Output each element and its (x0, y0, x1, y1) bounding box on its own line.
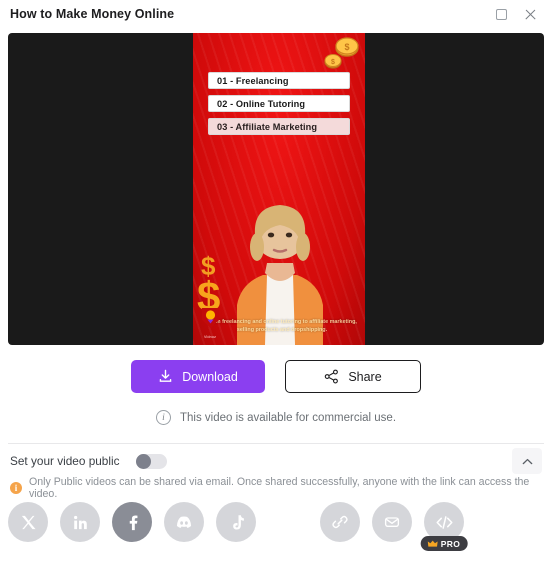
close-x-icon[interactable] (522, 6, 538, 22)
video-list: 01 - Freelancing 02 - Online Tutoring 03… (208, 72, 350, 135)
x-twitter-icon (21, 515, 36, 529)
link-icon (332, 515, 348, 529)
share-email-button[interactable] (372, 502, 412, 542)
share-nodes-icon (325, 369, 339, 384)
pro-badge: PRO (420, 536, 468, 551)
visibility-row: Set your video public (10, 448, 542, 474)
download-button[interactable]: Download (131, 360, 265, 393)
embed-code-icon (435, 515, 453, 529)
commercial-use-note: i This video is available for commercial… (0, 410, 552, 425)
share-facebook-button[interactable] (112, 502, 152, 542)
chevron-up-icon (522, 458, 532, 464)
window-controls (493, 6, 544, 22)
embed-code-button[interactable]: PRO (420, 502, 468, 551)
share-tiktok-button[interactable] (216, 502, 256, 542)
tiktok-icon (232, 514, 244, 530)
warning-info-icon: i (10, 482, 22, 494)
toggle-knob (135, 453, 151, 469)
gold-coins-graphic: $ $ (324, 37, 359, 69)
svg-text:$: $ (331, 59, 335, 66)
collapse-panel-button[interactable] (512, 448, 542, 474)
video-frame: $ $ 01 - Freelancing 02 - Online Tutorin… (193, 33, 365, 345)
public-toggle[interactable] (135, 453, 167, 469)
video-caption: From freelancing and online tutoring to … (207, 319, 357, 334)
share-button[interactable]: Share (285, 360, 421, 393)
share-linkedin-button[interactable] (60, 502, 100, 542)
list-item: 02 - Online Tutoring (208, 95, 350, 112)
social-share-group (8, 502, 256, 542)
commercial-use-text: This video is available for commercial u… (179, 411, 397, 424)
share-x-twitter-button[interactable] (8, 502, 48, 542)
download-button-label: Download (182, 369, 238, 384)
video-player[interactable]: $ $ 01 - Freelancing 02 - Online Tutorin… (8, 33, 544, 345)
list-item: 03 - Affiliate Marketing (208, 118, 350, 135)
copy-link-button[interactable] (320, 502, 360, 542)
share-button-label: Share (348, 369, 382, 384)
info-circle-icon: i (155, 410, 171, 425)
action-buttons: Download Share (0, 360, 552, 393)
crown-icon (427, 540, 438, 547)
share-discord-button[interactable] (164, 502, 204, 542)
watermark: Vidnoz (197, 307, 223, 339)
visibility-label: Set your video public (10, 454, 120, 468)
svg-text:$: $ (344, 42, 349, 52)
share-warning: i Only Public videos can be shared via e… (10, 476, 542, 500)
facebook-icon (129, 514, 137, 530)
share-targets: PRO (0, 500, 552, 564)
discord-icon (176, 516, 192, 528)
pro-badge-label: PRO (440, 538, 461, 549)
share-video-dialog: How to Make Money Online $ $ 01 - Freela… (0, 0, 552, 564)
watermark-text: Vidnoz (203, 335, 217, 339)
maximize-square-icon[interactable] (493, 6, 509, 22)
watermark-logo-icon (201, 308, 219, 328)
email-icon (384, 517, 400, 528)
utility-share-group: PRO (320, 502, 468, 551)
download-icon (159, 369, 172, 382)
list-item: 01 - Freelancing (208, 72, 350, 89)
page-title: How to Make Money Online (10, 7, 175, 21)
divider (8, 443, 544, 444)
title-bar: How to Make Money Online (0, 0, 552, 28)
share-warning-text: Only Public videos can be shared via ema… (29, 476, 530, 500)
linkedin-icon (73, 515, 87, 529)
